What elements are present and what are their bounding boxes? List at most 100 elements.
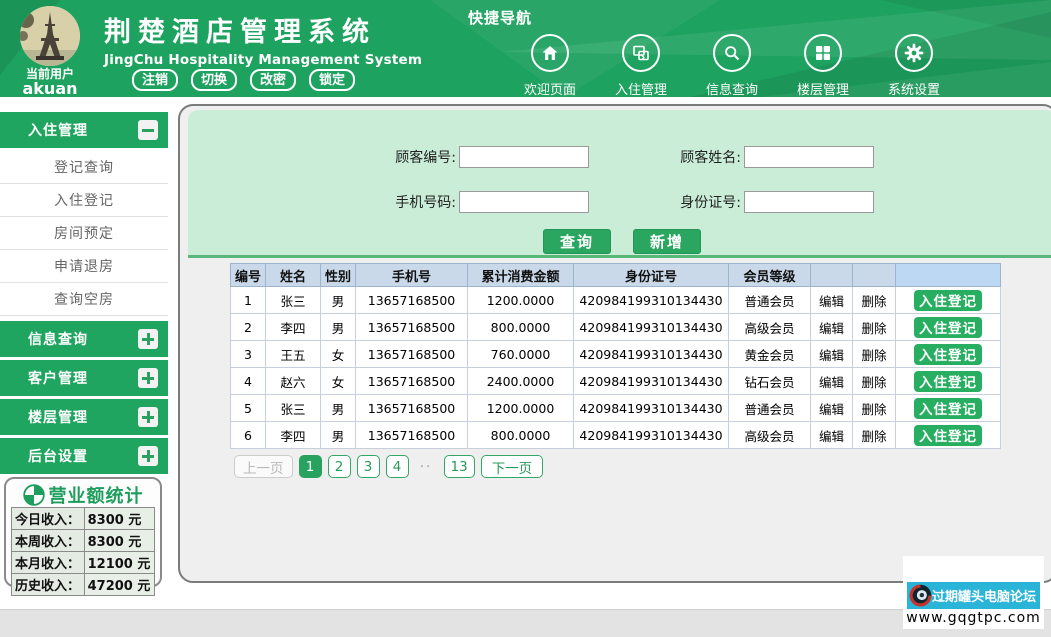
- eiffel-tower-photo: [20, 6, 80, 66]
- page-button-13[interactable]: 13: [443, 455, 475, 478]
- nav-checkin[interactable]: 入住管理: [609, 34, 673, 97]
- user-avatar[interactable]: [20, 6, 80, 66]
- page-button-3[interactable]: 3: [356, 455, 380, 478]
- switch-user-button[interactable]: 切换: [191, 69, 238, 91]
- stat-value: 47200 元: [83, 573, 156, 596]
- collapse-minus-icon[interactable]: [138, 120, 158, 140]
- expand-plus-icon[interactable]: [138, 368, 158, 388]
- current-user-name: akuan: [22, 79, 78, 97]
- checkin-button[interactable]: 入住登记: [914, 343, 982, 365]
- table-row: 6 李四 男 13657168500 800.0000 420984199310134…: [230, 421, 1001, 449]
- checkin-button[interactable]: 入住登记: [914, 316, 982, 338]
- brand: 荆楚酒店管理系统 JingChu Hospitality Management …: [104, 10, 422, 68]
- delete-link[interactable]: 删除: [852, 286, 896, 314]
- edit-link[interactable]: 编辑: [810, 313, 853, 341]
- delete-link[interactable]: 删除: [852, 313, 896, 341]
- page-button-1[interactable]: 1: [298, 455, 322, 478]
- sidebar-item-checkout-request[interactable]: 申请退房: [0, 250, 168, 283]
- forum-watermark: 过期罐头电脑论坛 www.gqgtpc.com: [903, 556, 1044, 629]
- sidebar-section-floor-mgmt[interactable]: 楼层管理: [0, 399, 168, 435]
- table-row: 今日收入： 8300 元: [11, 507, 156, 530]
- customer-name-label: 顾客姓名:: [680, 150, 741, 166]
- customer-search-form: 顾客编号: 顾客姓名: 手机号码: 身份证号: 查询 新增: [188, 110, 1051, 258]
- col-delete: [852, 263, 896, 287]
- id-card-input[interactable]: [744, 191, 874, 213]
- delete-link[interactable]: 删除: [852, 421, 896, 449]
- sidebar-item-register-query[interactable]: 登记查询: [0, 151, 168, 184]
- logout-button[interactable]: 注销: [132, 69, 179, 91]
- delete-link[interactable]: 删除: [852, 394, 896, 422]
- forum-logo-icon: [909, 584, 932, 607]
- table-row: 本周收入： 8300 元: [11, 529, 156, 552]
- app-subtitle: JingChu Hospitality Management System: [104, 52, 423, 68]
- col-name: 姓名: [265, 263, 321, 287]
- table-row: 3 王五 女 13657168500 760.0000 420984199310134…: [230, 340, 1001, 368]
- search-icon: [713, 34, 751, 72]
- sidebar-section-checkin-mgmt[interactable]: 入住管理: [0, 112, 168, 148]
- page-ellipsis: ··: [419, 458, 433, 475]
- edit-link[interactable]: 编辑: [810, 421, 853, 449]
- col-level: 会员等级: [728, 263, 811, 287]
- col-id: 编号: [230, 263, 266, 287]
- stat-label: 本周收入：: [11, 529, 85, 552]
- revenue-stats-title: 营业额统计: [11, 482, 155, 507]
- forum-url: www.gqgtpc.com: [906, 610, 1041, 626]
- checkin-icon: [622, 34, 660, 72]
- lock-button[interactable]: 锁定: [309, 69, 356, 91]
- edit-link[interactable]: 编辑: [810, 394, 853, 422]
- customer-id-input[interactable]: [459, 146, 589, 168]
- nav-system-settings[interactable]: 系统设置: [882, 34, 946, 97]
- sidebar-section-customer-mgmt[interactable]: 客户管理: [0, 360, 168, 396]
- sidebar-section-info-query[interactable]: 信息查询: [0, 321, 168, 357]
- checkin-button[interactable]: 入住登记: [914, 424, 982, 446]
- checkin-button[interactable]: 入住登记: [914, 370, 982, 392]
- floor-grid-icon: [804, 34, 842, 72]
- session-buttons: 注销 切换 改密 锁定: [132, 69, 356, 91]
- sidebar-item-checkin-register[interactable]: 入住登记: [0, 184, 168, 217]
- add-button[interactable]: 新增: [633, 229, 701, 254]
- stat-label: 今日收入：: [11, 507, 85, 530]
- customer-table: 编号 姓名 性别 手机号 累计消费金额 身份证号 会员等级 1 张三 男 13657…: [230, 263, 1001, 449]
- expand-plus-icon[interactable]: [138, 329, 158, 349]
- nav-welcome[interactable]: 欢迎页面: [518, 34, 582, 97]
- prev-page-button[interactable]: 上一页: [234, 455, 293, 478]
- delete-link[interactable]: 删除: [852, 367, 896, 395]
- page-button-2[interactable]: 2: [327, 455, 351, 478]
- customer-name-input[interactable]: [744, 146, 874, 168]
- sidebar-item-room-reserve[interactable]: 房间预定: [0, 217, 168, 250]
- stat-label: 本月收入：: [11, 551, 85, 574]
- home-icon: [531, 34, 569, 72]
- delete-link[interactable]: 删除: [852, 340, 896, 368]
- table-row: 4 赵六 女 13657168500 2400.0000 42098419931013…: [230, 367, 1001, 395]
- edit-link[interactable]: 编辑: [810, 340, 853, 368]
- sidebar-item-vacant-rooms[interactable]: 查询空房: [0, 283, 168, 316]
- nav-info-query[interactable]: 信息查询: [700, 34, 764, 97]
- expand-plus-icon[interactable]: [138, 446, 158, 466]
- col-idcard: 身份证号: [573, 263, 729, 287]
- table-header-row: 编号 姓名 性别 手机号 累计消费金额 身份证号 会员等级: [230, 263, 1001, 287]
- table-row: 本月收入： 12100 元: [11, 551, 156, 574]
- revenue-stats-panel: 营业额统计 今日收入： 8300 元 本周收入： 8300 元 本月收入： 12100…: [4, 477, 162, 596]
- forum-name: 过期罐头电脑论坛: [932, 590, 1037, 605]
- sidebar-section-backend-settings[interactable]: 后台设置: [0, 438, 168, 474]
- stat-value: 8300 元: [83, 529, 156, 552]
- nav-floor-mgmt[interactable]: 楼层管理: [791, 34, 855, 97]
- table-row: 2 李四 男 13657168500 800.0000 420984199310134…: [230, 313, 1001, 341]
- change-password-button[interactable]: 改密: [250, 69, 297, 91]
- app-title: 荆楚酒店管理系统: [104, 17, 376, 48]
- page-button-4[interactable]: 4: [385, 455, 409, 478]
- next-page-button[interactable]: 下一页: [480, 455, 544, 478]
- edit-link[interactable]: 编辑: [810, 286, 853, 314]
- expand-plus-icon[interactable]: [138, 407, 158, 427]
- forum-banner: 过期罐头电脑论坛: [907, 582, 1040, 609]
- edit-link[interactable]: 编辑: [810, 367, 853, 395]
- stat-value: 12100 元: [83, 551, 156, 574]
- pie-chart-icon: [22, 483, 45, 506]
- sidebar: 入住管理 登记查询 入住登记 房间预定 申请退房 查询空房 信息查询 客户管理 …: [0, 112, 168, 477]
- revenue-stats-table: 今日收入： 8300 元 本周收入： 8300 元 本月收入： 12100 元 历史收…: [11, 507, 156, 596]
- checkin-button[interactable]: 入住登记: [914, 397, 982, 419]
- col-phone: 手机号: [355, 263, 468, 287]
- phone-input[interactable]: [459, 191, 589, 213]
- checkin-button[interactable]: 入住登记: [914, 289, 982, 311]
- query-button[interactable]: 查询: [543, 229, 611, 254]
